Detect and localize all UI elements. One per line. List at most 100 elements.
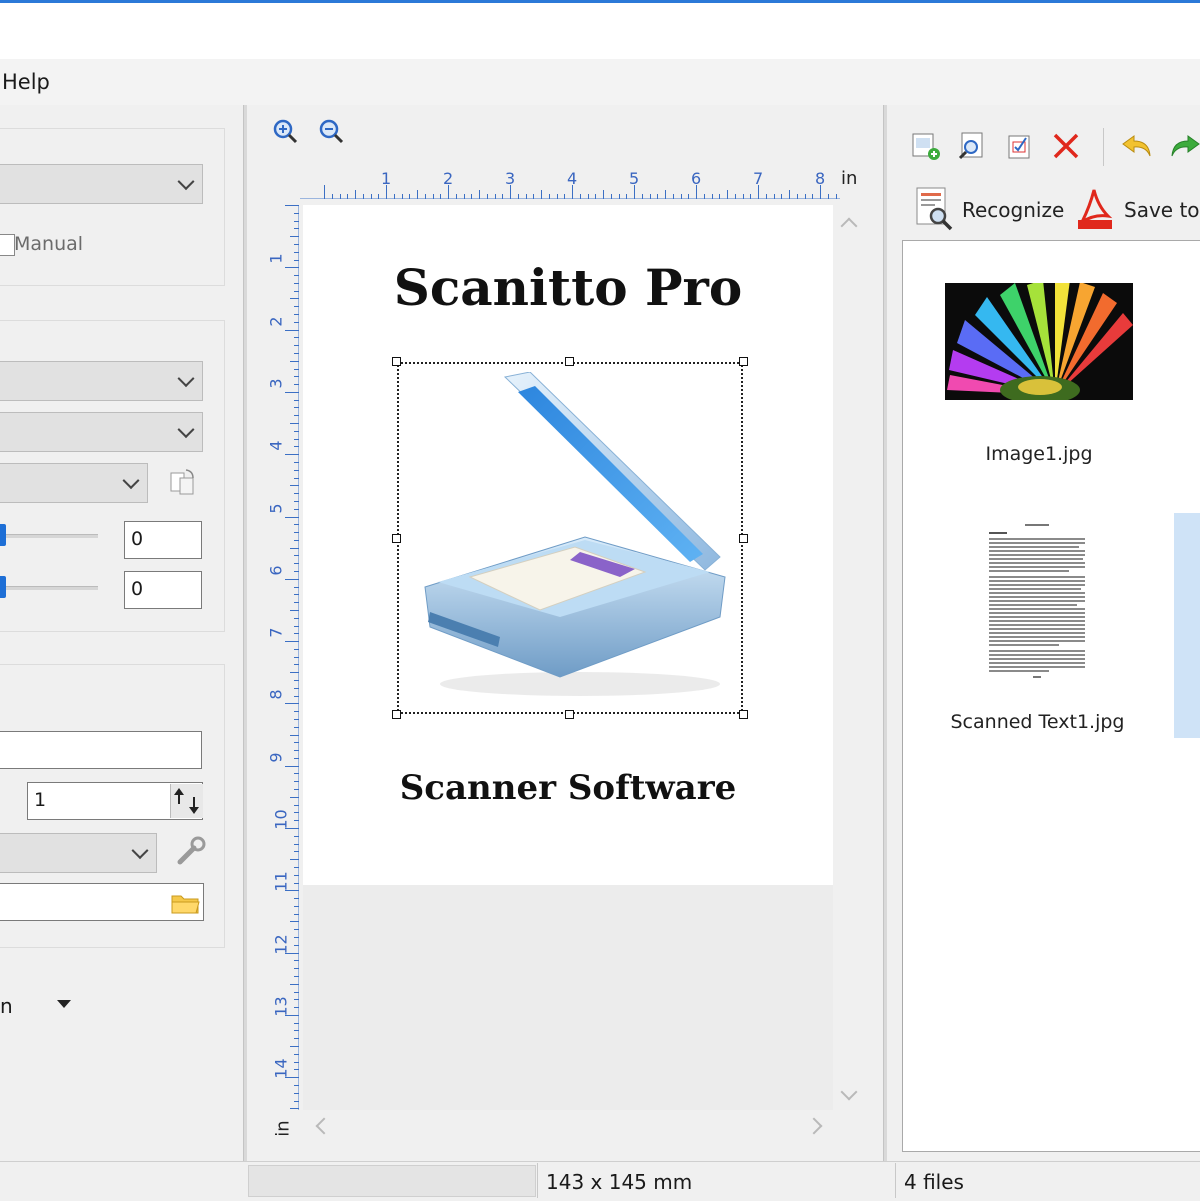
ruler-tick [290,1046,299,1048]
ruler-tick [285,391,299,393]
contrast-slider-thumb[interactable] [0,576,6,598]
zoom-in-icon[interactable] [270,117,300,147]
contrast-slider[interactable] [0,586,98,590]
redo-icon[interactable] [1168,130,1200,162]
ruler-tick [294,493,299,495]
page-size-select[interactable] [0,463,148,503]
resize-handle-t[interactable] [565,357,574,366]
rotate-page-icon[interactable] [168,467,198,497]
contrast-input[interactable]: 0 [124,571,202,609]
scanner-select[interactable] [0,164,203,204]
add-page-icon[interactable] [910,130,942,162]
format-select[interactable] [0,833,157,873]
ruler-tick [440,194,442,199]
ruler-tick [773,194,775,199]
ruler-tick [294,259,299,261]
ruler-tick [294,820,299,822]
brightness-input[interactable]: 0 [124,521,202,559]
ruler-tick [703,194,705,199]
resize-handle-l[interactable] [392,534,401,543]
ruler-tick [672,194,674,199]
resize-handle-b[interactable] [565,710,574,719]
ruler-tick [294,212,299,214]
ruler-tick [548,194,550,199]
ruler-tick [579,194,581,199]
ruler-tick [294,742,299,744]
ruler-tick [750,194,752,199]
menu-bar [0,59,1200,105]
ruler-tick [294,718,299,720]
ruler-number: 2 [443,169,454,188]
filename-input[interactable] [0,731,202,769]
recognize-button[interactable]: Recognize [962,198,1064,222]
ruler-number: 8 [815,169,826,188]
ruler-tick [294,532,299,534]
selected-item-highlight[interactable] [1174,513,1200,738]
ruler-tick [294,781,299,783]
ruler-tick [294,1030,299,1032]
undo-icon[interactable] [1120,130,1154,162]
ruler-tick [294,874,299,876]
ruler-tick [294,352,299,354]
resize-handle-r[interactable] [739,534,748,543]
ruler-number: 3 [266,378,286,389]
ruler-tick [294,1069,299,1071]
color-mode-select[interactable] [0,412,203,452]
ruler-tick [294,968,299,970]
horizontal-ruler: 1 2 3 4 5 6 7 8 [300,165,865,205]
ruler-tick [804,194,806,199]
ruler-number: 11 [271,871,291,892]
selection-frame[interactable] [397,362,743,714]
ruler-number: 5 [266,502,286,514]
brightness-slider[interactable] [0,534,98,538]
resize-handle-bl[interactable] [392,710,401,719]
ruler-tick [294,804,299,806]
edit-page-icon[interactable] [1004,130,1036,162]
ruler-tick [463,194,465,199]
folder-icon[interactable] [170,890,202,916]
resolution-select[interactable] [0,361,203,401]
ruler-tick [595,194,597,199]
ruler-number: 1 [266,253,286,264]
splitter-right[interactable] [883,105,887,1161]
zoom-out-icon[interactable] [316,117,346,147]
page-empty-area [303,885,833,1110]
ruler-baseline [300,198,840,199]
recognize-icon[interactable] [914,186,954,232]
save-to-button[interactable]: Save to [1124,198,1200,222]
ruler-tick [378,194,380,199]
image1-thumbnail[interactable] [945,283,1133,400]
file-name[interactable]: Scanned Text1.jpg [930,711,1145,733]
ruler-tick [355,190,356,199]
ruler-tick [294,999,299,1001]
ruler-tick [294,617,299,619]
resize-handle-tl[interactable] [392,357,401,366]
splitter-left[interactable] [243,105,247,1161]
ruler-tick [294,648,299,650]
scanned-text-thumbnail[interactable] [985,522,1089,682]
resize-handle-br[interactable] [739,710,748,719]
file-name[interactable]: Image1.jpg [945,443,1133,465]
resize-handle-tr[interactable] [739,357,748,366]
delete-icon[interactable] [1050,130,1082,162]
pdf-icon[interactable] [1076,186,1114,230]
ruler-tick [294,555,299,557]
menu-help[interactable]: Help [2,70,50,94]
dropdown-arrow-icon[interactable] [57,1000,71,1008]
ruler-tick [294,664,299,666]
scan-mode-label: n [0,994,13,1018]
ruler-tick [285,267,299,269]
ruler-number: 7 [753,169,764,188]
ruler-tick [294,524,299,526]
view-page-icon[interactable] [956,130,988,162]
ruler-tick [649,194,651,199]
ruler-tick [290,1108,299,1110]
ruler-tick [294,1053,299,1055]
manual-checkbox[interactable] [0,234,15,256]
brightness-slider-thumb[interactable] [0,524,6,546]
ruler-number: 8 [266,689,286,700]
counter-spin-icon[interactable] [170,784,203,818]
ruler-tick [290,423,299,425]
ruler-tick [324,185,325,199]
wrench-icon[interactable] [174,834,208,868]
